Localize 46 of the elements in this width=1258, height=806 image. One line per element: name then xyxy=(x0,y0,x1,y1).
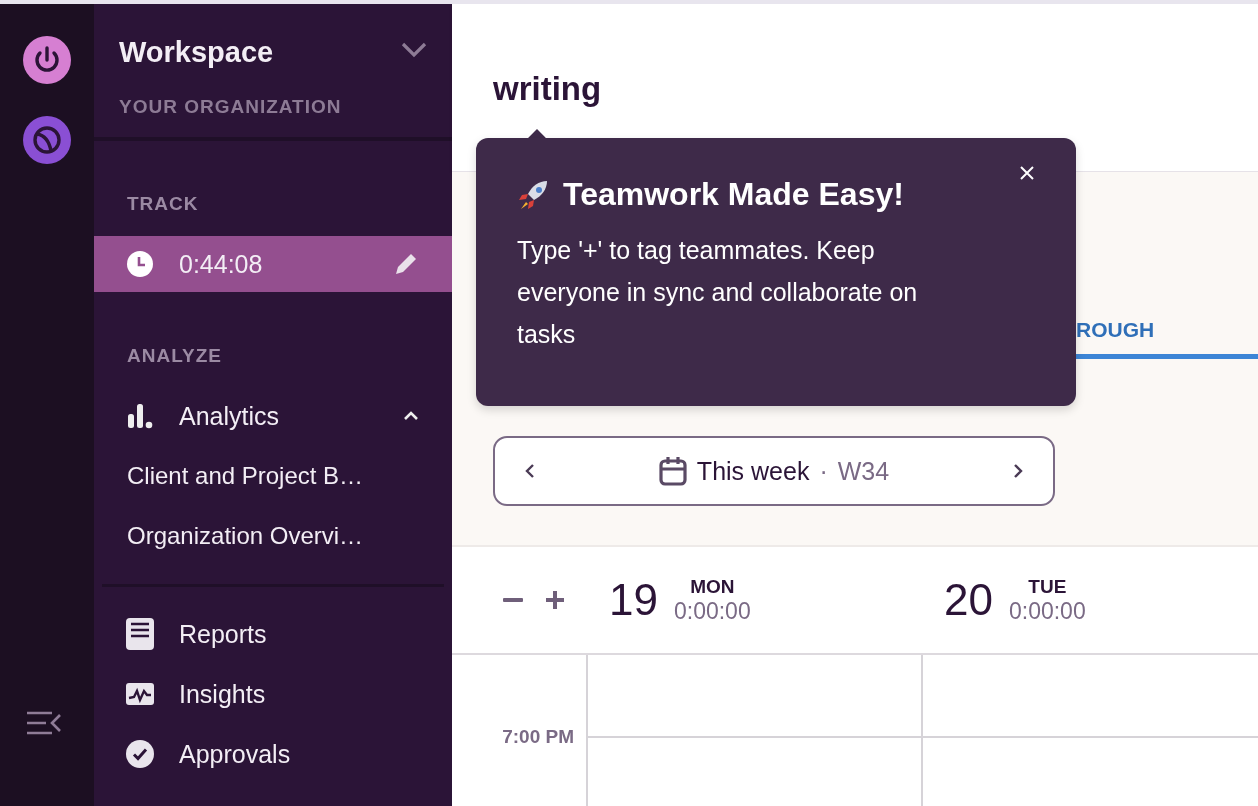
clock-icon xyxy=(127,251,153,277)
tooltip-text: Type '+' to tag teammates. Keep everyone in sync and collaborate on tasks xyxy=(517,235,919,350)
chevron-down-icon[interactable] xyxy=(401,42,427,58)
section-label: TRACK xyxy=(126,192,200,216)
chevron-up-icon[interactable] xyxy=(403,411,419,421)
document-icon xyxy=(126,618,154,650)
collapse-menu-icon[interactable] xyxy=(26,710,62,736)
pie-chart-icon[interactable] xyxy=(23,116,71,164)
pencil-icon[interactable] xyxy=(393,251,419,277)
sidebar-item[interactable]: Insights xyxy=(94,664,452,724)
day-total: 0:00:00 xyxy=(673,597,751,625)
week-label: This week xyxy=(696,456,810,486)
tooltip-title: Teamwork Made Easy! xyxy=(563,176,904,213)
close-icon[interactable] xyxy=(1020,166,1034,180)
calendar-icon xyxy=(658,456,687,486)
plus-icon[interactable] xyxy=(545,590,565,610)
power-button-icon[interactable] xyxy=(23,36,71,84)
week-number: W34 xyxy=(837,456,890,486)
workspace-name: Workspace xyxy=(119,35,275,70)
sidebar-item[interactable]: Reports xyxy=(94,604,452,664)
check-circle-icon xyxy=(126,740,154,768)
section-label: ANALYZE xyxy=(126,344,223,368)
bar-chart-icon xyxy=(127,403,153,429)
week-selector[interactable]: This week · W34 xyxy=(493,436,1055,506)
weekday-label: TUE xyxy=(1028,575,1067,598)
sidebar-label: Insights xyxy=(179,679,266,709)
weekday-label: MON xyxy=(690,575,735,598)
timer-value: 0:44:08 xyxy=(179,249,264,279)
time-label: 7:00 PM xyxy=(502,726,574,748)
chevron-left-icon[interactable] xyxy=(525,463,535,479)
analytics-item[interactable]: Analytics xyxy=(94,392,452,440)
sidebar-label: Approvals xyxy=(179,739,291,769)
timer-item[interactable]: 0:44:08 xyxy=(94,236,452,292)
report-link[interactable]: Organization Overvi… xyxy=(94,506,452,566)
report-link[interactable]: Client and Project B… xyxy=(94,446,452,506)
separator-dot: · xyxy=(819,456,828,486)
organization-label: YOUR ORGANIZATION xyxy=(119,95,343,119)
sidebar-label: Reports xyxy=(179,619,267,649)
entry-title[interactable]: writing xyxy=(493,70,1217,108)
chevron-right-icon[interactable] xyxy=(1013,463,1023,479)
pulse-chart-icon xyxy=(126,683,154,705)
day-total: 0:00:00 xyxy=(1008,597,1086,625)
day-number: 20 xyxy=(944,575,993,625)
analytics-label: Analytics xyxy=(179,401,281,431)
sidebar-item[interactable]: Approvals xyxy=(94,724,452,784)
day-number: 19 xyxy=(609,575,658,625)
